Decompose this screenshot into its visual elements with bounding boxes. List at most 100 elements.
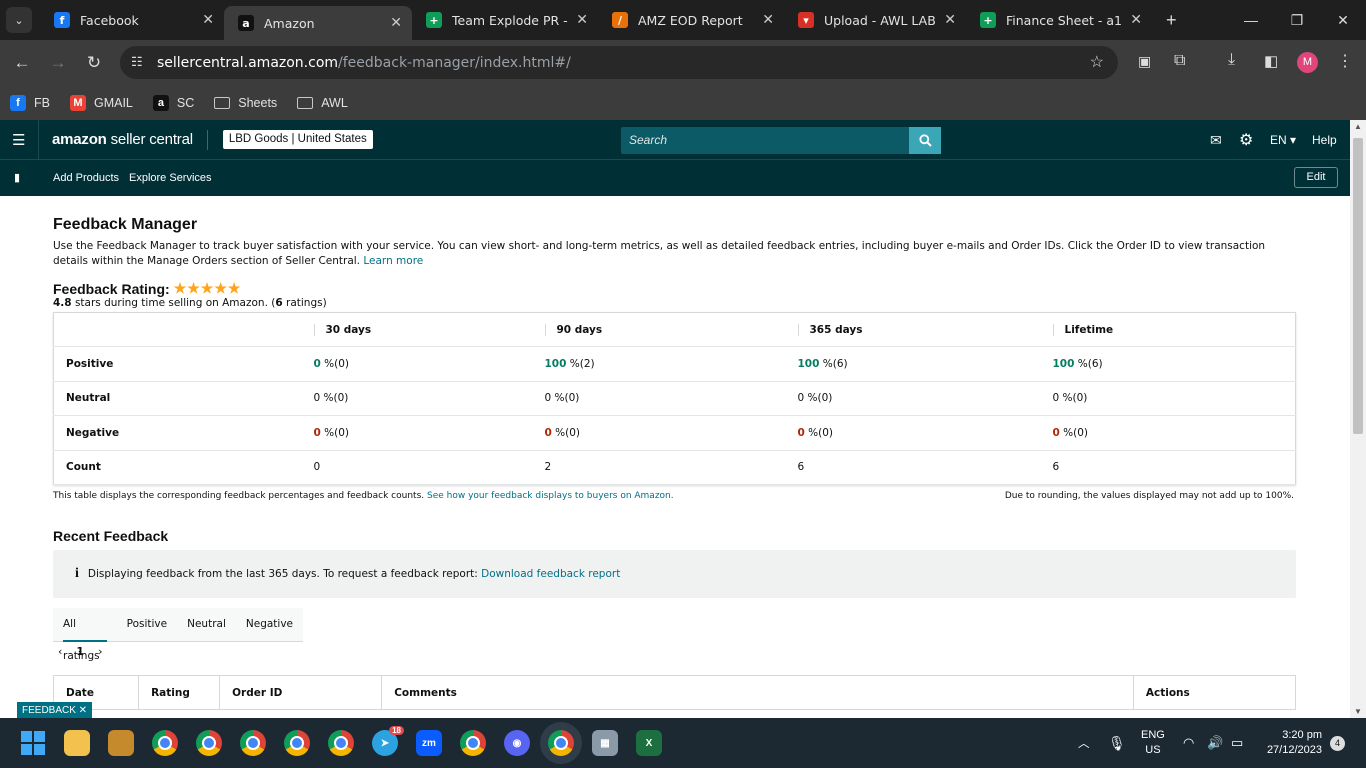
- chrome-profile-icon[interactable]: [284, 730, 310, 756]
- file-explorer-icon[interactable]: [64, 730, 90, 756]
- filter-tab-all-ratings[interactable]: All ratings: [63, 608, 107, 662]
- rounding-note: Due to rounding, the values displayed ma…: [1004, 491, 1294, 501]
- tab-search-button[interactable]: ⌄: [6, 7, 32, 33]
- bookmark-fb[interactable]: f FB: [10, 94, 50, 111]
- bookmark-nav-icon[interactable]: ▮: [14, 171, 20, 184]
- browser-tab[interactable]: / AMZ EOD Report ✕: [598, 0, 784, 40]
- mail-icon[interactable]: ✉: [1210, 120, 1222, 160]
- extensions-icon[interactable]: ⧉: [1174, 52, 1185, 70]
- close-tab-icon[interactable]: ✕: [576, 12, 588, 28]
- back-button[interactable]: ←: [4, 45, 40, 81]
- filter-tab-positive[interactable]: Positive: [127, 608, 167, 642]
- account-switcher[interactable]: LBD Goods | United States: [222, 130, 373, 149]
- zoom-icon[interactable]: zm: [416, 730, 442, 756]
- search-input[interactable]: Search: [629, 133, 667, 147]
- browser-tab[interactable]: + Team Explode PR - Go ✕: [412, 0, 598, 40]
- page-number[interactable]: 1: [76, 645, 84, 658]
- buyer-display-link[interactable]: See how your feedback displays to buyers…: [427, 491, 674, 501]
- new-tab-button[interactable]: +: [1166, 10, 1177, 31]
- notification-badge[interactable]: 4: [1330, 718, 1345, 768]
- bookmark-awl[interactable]: AWL: [297, 96, 348, 110]
- download-report-link[interactable]: Download feedback report: [481, 568, 620, 580]
- browser-tab[interactable]: a Amazon ✕: [224, 6, 412, 40]
- clock[interactable]: 3:20 pm 27/12/2023: [1262, 718, 1322, 768]
- row-label: Positive: [53, 346, 302, 382]
- browser-menu-icon[interactable]: ⋮: [1337, 51, 1353, 71]
- page-scrollbar[interactable]: ▲ ▼: [1350, 120, 1366, 718]
- chrome-profile-icon[interactable]: [240, 730, 266, 756]
- profile-avatar[interactable]: M: [1297, 52, 1318, 73]
- filter-tab-neutral[interactable]: Neutral: [187, 608, 226, 642]
- help-link[interactable]: Help: [1312, 120, 1337, 160]
- close-tab-icon[interactable]: ✕: [944, 12, 956, 28]
- rating-filter-tabs: All ratings Positive Neutral Negative: [53, 608, 303, 662]
- reload-button[interactable]: ↻: [76, 45, 112, 81]
- download-icon[interactable]: ⤓: [1228, 51, 1235, 69]
- gmail-icon: M: [69, 94, 86, 111]
- language-indicator[interactable]: ENG US: [1141, 718, 1165, 768]
- calculator-icon[interactable]: ▦: [592, 730, 618, 756]
- minimize-button[interactable]: —: [1228, 0, 1274, 40]
- hamburger-menu-icon[interactable]: ☰: [12, 131, 25, 149]
- close-tab-icon[interactable]: ✕: [202, 12, 214, 28]
- folder-icon: [297, 96, 314, 109]
- discord-icon[interactable]: ◉: [504, 730, 530, 756]
- metrics-row: Count 0 2 6 6: [53, 450, 1296, 485]
- nav-explore-services[interactable]: Explore Services: [129, 172, 212, 184]
- search-icon: [918, 134, 932, 147]
- side-panel-icon[interactable]: ◧: [1264, 52, 1278, 70]
- telegram-icon[interactable]: ➤ 18: [372, 726, 404, 756]
- chrome-profile-icon[interactable]: [328, 730, 354, 756]
- omnibox[interactable]: ☷ sellercentral.amazon.com/feedback-mana…: [120, 46, 1118, 79]
- restore-button[interactable]: ❐: [1274, 0, 1320, 40]
- report-icon: /: [612, 12, 628, 28]
- chrome-profile-icon[interactable]: [196, 730, 222, 756]
- wifi-icon[interactable]: ◠: [1183, 718, 1194, 768]
- metric-cell: 0 %(0): [785, 415, 1041, 451]
- bookmark-star-icon[interactable]: ☆: [1090, 52, 1104, 72]
- learn-more-link[interactable]: Learn more: [363, 255, 423, 267]
- excel-icon[interactable]: X: [636, 730, 662, 756]
- edit-nav-button[interactable]: Edit: [1294, 167, 1338, 188]
- next-page-icon[interactable]: ›: [98, 645, 102, 658]
- chrome-profile-icon[interactable]: [152, 730, 178, 756]
- browser-tab[interactable]: f Facebook ✕: [40, 0, 224, 40]
- browser-tab[interactable]: + Finance Sheet - a17 - ✕: [966, 0, 1152, 40]
- column-header: Lifetime: [1040, 312, 1296, 347]
- search-button[interactable]: [909, 127, 941, 154]
- page-description: Use the Feedback Manager to track buyer …: [53, 240, 1266, 267]
- volume-icon[interactable]: 🔊: [1207, 718, 1223, 768]
- bookmark-sheets[interactable]: Sheets: [214, 96, 277, 110]
- microphone-icon[interactable]: 🎙: [1108, 718, 1126, 768]
- facebook-icon: f: [54, 12, 70, 28]
- windows-start-icon[interactable]: [20, 730, 46, 756]
- nav-add-products[interactable]: Add Products: [53, 172, 119, 184]
- seller-central-subnav: ▮ Add Products Explore Services Edit: [0, 160, 1350, 196]
- screenshot-icon[interactable]: ▣: [1138, 53, 1151, 70]
- chrome-profile-icon[interactable]: [460, 730, 486, 756]
- battery-icon[interactable]: ▭: [1231, 718, 1243, 768]
- scrollbar-thumb[interactable]: [1353, 138, 1363, 434]
- info-banner: i Displaying feedback from the last 365 …: [53, 550, 1296, 598]
- site-info-icon[interactable]: ☷: [131, 54, 143, 70]
- close-tab-icon[interactable]: ✕: [390, 15, 402, 31]
- search-box[interactable]: Search: [621, 127, 941, 154]
- app-icon[interactable]: [108, 730, 134, 756]
- close-window-button[interactable]: ✕: [1320, 0, 1366, 40]
- tab-title: AMZ EOD Report: [638, 12, 743, 28]
- feedback-tag[interactable]: FEEDBACK ✕: [17, 702, 93, 719]
- bookmark-gmail[interactable]: M GMAIL: [69, 94, 133, 111]
- prev-page-icon[interactable]: ‹: [58, 645, 62, 658]
- filter-tab-negative[interactable]: Negative: [246, 608, 293, 642]
- settings-gear-icon[interactable]: ⚙: [1239, 120, 1253, 160]
- seller-central-logo[interactable]: amazon seller central: [52, 131, 193, 148]
- show-hidden-icons[interactable]: ︿: [1078, 718, 1090, 768]
- language-selector[interactable]: EN ▾: [1270, 120, 1296, 160]
- bookmark-sc[interactable]: a SC: [152, 94, 194, 111]
- close-tab-icon[interactable]: ✕: [1130, 12, 1142, 28]
- forward-button[interactable]: →: [40, 45, 76, 81]
- close-tab-icon[interactable]: ✕: [762, 12, 774, 28]
- browser-tab[interactable]: ▾ Upload - AWL LABEL ✕: [784, 0, 966, 40]
- chrome-active-icon[interactable]: [548, 730, 574, 756]
- metrics-row: Negative 0 %(0) 0 %(0) 0 %(0) 0 %(0): [53, 415, 1296, 451]
